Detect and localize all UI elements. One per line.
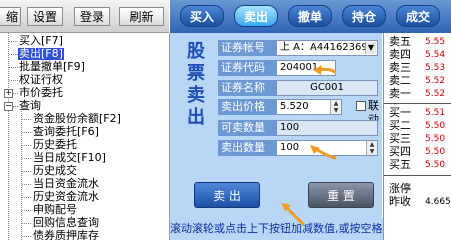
linkage-checkbox[interactable] bbox=[356, 101, 366, 111]
ask-row: 卖四 5.54 bbox=[384, 49, 451, 61]
login-button[interactable]: 登录 bbox=[74, 7, 110, 26]
ask-row: 卖一 5.52 bbox=[384, 88, 451, 100]
limit-up-row: 涨停 bbox=[384, 183, 451, 195]
sell-form-panel: 股票卖出 证券帐号 上 A：A441623696 ▼ 证券代码 204001 证… bbox=[170, 33, 382, 240]
tab-buy[interactable]: 买入 bbox=[180, 5, 224, 27]
limit-up-label: 涨停 bbox=[389, 182, 411, 195]
tree-item-balance[interactable]: 资金股份余额[F2] bbox=[33, 113, 121, 125]
expand-icon[interactable]: + bbox=[4, 89, 13, 98]
account-label: 证券帐号 bbox=[218, 40, 276, 56]
bid-label: 买五 bbox=[389, 158, 411, 171]
tree-item-bond-pledge[interactable]: 债券质押库存 bbox=[33, 230, 99, 240]
price-label: 卖出价格 bbox=[218, 99, 276, 115]
ask-label: 卖五 bbox=[389, 35, 411, 48]
bid-label: 买二 bbox=[389, 119, 411, 132]
tab-sell[interactable]: 卖出 bbox=[234, 5, 278, 27]
ask-label: 卖三 bbox=[389, 61, 411, 74]
bid-label: 买一 bbox=[389, 106, 411, 119]
tree-item-today-deals[interactable]: 当日成交[F10] bbox=[33, 152, 106, 164]
tree-item-buy[interactable]: 买入[F7] bbox=[19, 35, 63, 47]
name-label: 证券名称 bbox=[218, 80, 276, 96]
quantity-value: 100 bbox=[280, 142, 300, 153]
tree-item-sell[interactable]: 卖出[F8] bbox=[18, 48, 64, 60]
bid-row: 买四 5.50 bbox=[384, 146, 451, 158]
account-select[interactable]: 上 A：A441623696 ▼ bbox=[276, 40, 378, 56]
function-tree: + − 买入[F7] 卖出[F8] 批量撤单[F9] 权证行权 市价委托 查询 … bbox=[0, 33, 170, 240]
tree-item-repo-query[interactable]: 回购信息查询 bbox=[33, 217, 99, 229]
refresh-button[interactable]: 刷新 bbox=[119, 7, 164, 26]
bid-price: 5.50 bbox=[425, 160, 446, 170]
tab-cancel[interactable]: 撤单 bbox=[288, 5, 332, 27]
bid-label: 买四 bbox=[389, 145, 411, 158]
tree-item-today-cashflow[interactable]: 当日资金流水 bbox=[33, 178, 99, 190]
tree-item-query[interactable]: 查询 bbox=[19, 100, 41, 112]
ask-price: 5.52 bbox=[425, 76, 446, 86]
settings-button[interactable]: 设置 bbox=[27, 7, 63, 26]
ask-price: 5.52 bbox=[425, 89, 446, 99]
prev-close-label: 昨收 bbox=[389, 195, 411, 208]
tree-item-batch-cancel[interactable]: 批量撤单[F9] bbox=[19, 61, 85, 73]
prev-close-value: 4.665 bbox=[425, 197, 451, 207]
ask-label: 卖一 bbox=[389, 87, 411, 100]
ask-row: 卖五 5.55 bbox=[384, 36, 451, 48]
name-value: GC001 bbox=[276, 80, 378, 96]
shrink-screen-button[interactable]: 缩屏 bbox=[0, 7, 21, 26]
bid-label: 买三 bbox=[389, 132, 411, 145]
ask-row: 卖三 5.53 bbox=[384, 62, 451, 74]
available-value: 100 bbox=[276, 120, 378, 136]
trade-tabs-bar: 买入 卖出 撤单 持仓 成交 bbox=[170, 0, 451, 33]
form-side-title: 股票卖出 bbox=[187, 41, 205, 128]
ask-price: 5.55 bbox=[425, 37, 446, 47]
tree-item-market-order[interactable]: 市价委托 bbox=[19, 87, 63, 99]
quantity-label: 卖出数量 bbox=[218, 140, 276, 156]
bid-price: 5.51 bbox=[425, 108, 446, 118]
bid-row: 买一 5.51 bbox=[384, 107, 451, 119]
bid-row: 买二 5.50 bbox=[384, 120, 451, 132]
price-value: 5.520 bbox=[280, 101, 309, 112]
chevron-down-icon[interactable]: ▼ bbox=[365, 42, 376, 54]
quantity-input[interactable]: 100 ▲ ▼ bbox=[276, 140, 378, 156]
quote-divider bbox=[384, 103, 451, 104]
bid-row: 买三 5.50 bbox=[384, 133, 451, 145]
tab-positions[interactable]: 持仓 bbox=[342, 5, 386, 27]
tree-item-query-orders[interactable]: 查询委托[F6] bbox=[33, 126, 99, 138]
tree-item-history-cashflow[interactable]: 历史资金流水 bbox=[33, 191, 99, 203]
ask-row: 卖二 5.52 bbox=[384, 75, 451, 87]
code-label: 证券代码 bbox=[218, 60, 276, 76]
price-spinner[interactable]: ▲ ▼ bbox=[330, 100, 341, 114]
account-value: 上 A：A441623696 bbox=[280, 42, 375, 53]
quote-divider bbox=[384, 175, 451, 176]
ask-label: 卖二 bbox=[389, 74, 411, 87]
ask-price: 5.54 bbox=[425, 50, 446, 60]
ask-price: 5.53 bbox=[425, 63, 446, 73]
tree-item-warrant-exercise[interactable]: 权证行权 bbox=[19, 74, 63, 86]
bid-price: 5.50 bbox=[425, 147, 446, 157]
prev-close-row: 昨收 4.665 bbox=[384, 196, 451, 208]
toolbar: 缩屏 设置 登录 刷新 bbox=[0, 0, 169, 33]
bid-row: 买五 5.50 bbox=[384, 159, 451, 171]
sell-button[interactable]: 卖 出 bbox=[194, 182, 260, 208]
tab-deals[interactable]: 成交 bbox=[396, 5, 440, 27]
available-label: 可卖数量 bbox=[218, 120, 276, 136]
price-input[interactable]: 5.520 ▲ ▼ bbox=[276, 99, 342, 115]
reset-button[interactable]: 重 置 bbox=[308, 182, 374, 208]
quote-panel: 卖五 5.55 卖四 5.54 卖三 5.53 卖二 5.52 卖一 5.52 … bbox=[383, 33, 451, 240]
bid-price: 5.50 bbox=[425, 121, 446, 131]
ask-label: 卖四 bbox=[389, 48, 411, 61]
code-input[interactable]: 204001 bbox=[276, 60, 336, 76]
tree-item-history-orders[interactable]: 历史委托 bbox=[33, 139, 77, 151]
quantity-spinner[interactable]: ▲ ▼ bbox=[366, 141, 377, 155]
tree-item-history-deals[interactable]: 历史成交 bbox=[33, 165, 77, 177]
tree-item-ipo-numbers[interactable]: 申购配号 bbox=[33, 204, 77, 216]
collapse-icon[interactable]: − bbox=[4, 102, 13, 111]
bid-price: 5.50 bbox=[425, 134, 446, 144]
